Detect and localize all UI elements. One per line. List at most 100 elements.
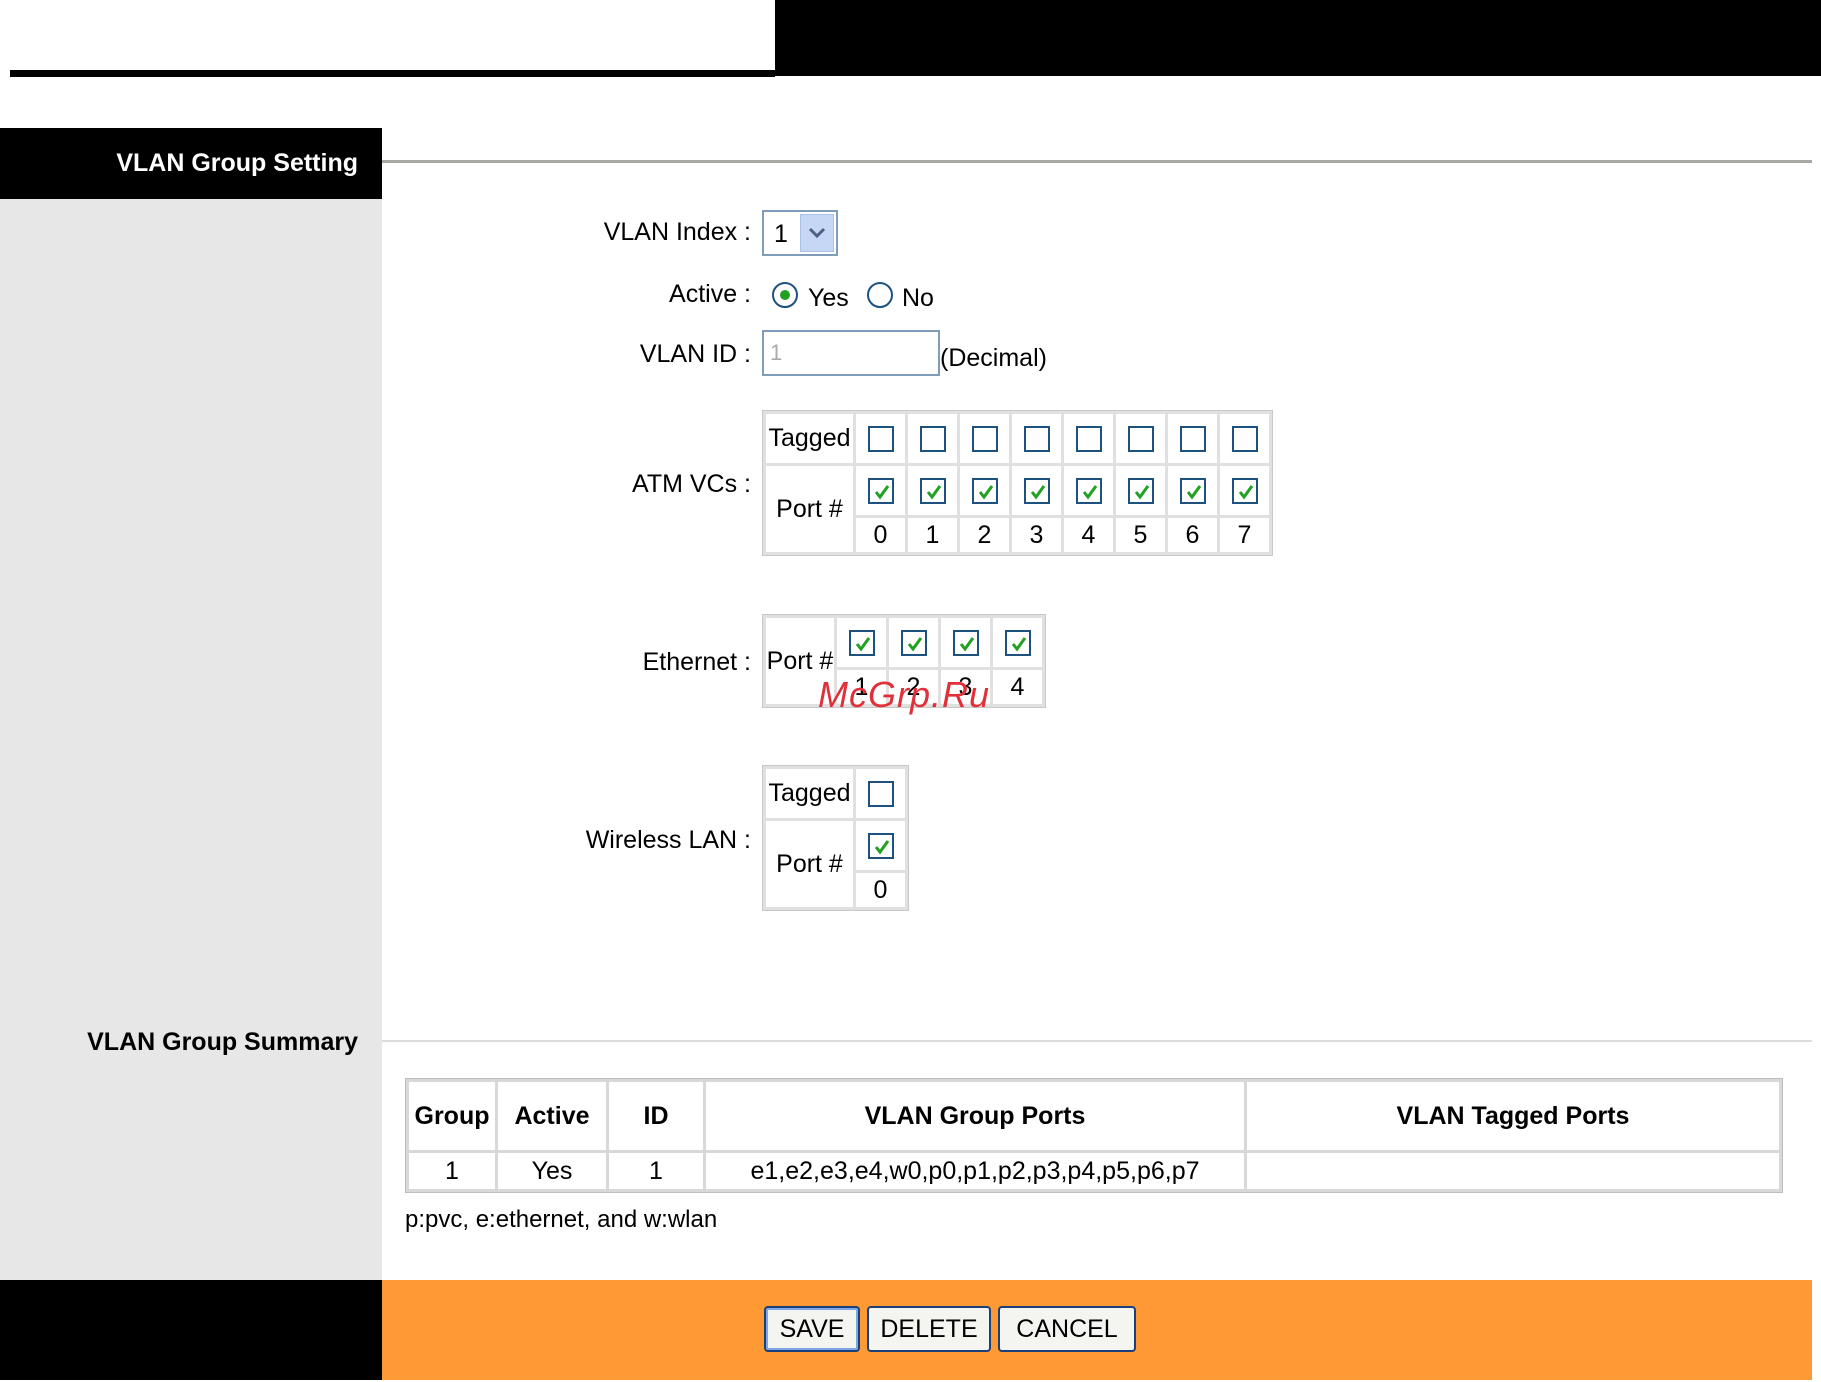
watermark-text: McGrp.Ru xyxy=(818,674,991,715)
atm-port-number: 5 xyxy=(1116,518,1165,552)
atm-tagged-cell xyxy=(1012,414,1061,463)
atm-vcs-label: ATM VCs : xyxy=(632,470,751,498)
atm-tagged-cell xyxy=(908,414,957,463)
atm-port-number: 3 xyxy=(1012,518,1061,552)
ethernet-member-cell xyxy=(941,618,990,667)
atm-tagged-cell xyxy=(1220,414,1269,463)
atm-member-checkbox[interactable] xyxy=(1075,478,1102,505)
wireless-lan-table: Tagged Port # 0 xyxy=(762,765,909,911)
active-no-label: No xyxy=(902,284,934,312)
atm-port-number: 1 xyxy=(908,518,957,552)
col-header-group: Group xyxy=(409,1082,495,1150)
section-title-summary: VLAN Group Summary xyxy=(87,1028,358,1056)
top-banner xyxy=(775,0,1821,76)
wlan-tagged-label: Tagged xyxy=(766,769,853,818)
atm-tagged-checkbox[interactable] xyxy=(867,426,894,453)
atm-member-checkbox[interactable] xyxy=(1179,478,1206,505)
atm-tagged-checkbox[interactable] xyxy=(919,426,946,453)
atm-member-checkbox[interactable] xyxy=(1231,478,1258,505)
atm-tagged-checkbox[interactable] xyxy=(1127,426,1154,453)
ethernet-member-checkbox[interactable] xyxy=(848,630,875,657)
atm-tagged-checkbox[interactable] xyxy=(1231,426,1258,453)
section-title-setting: VLAN Group Setting xyxy=(0,128,382,199)
cell-id: 1 xyxy=(609,1153,703,1189)
vlan-index-select[interactable]: 1 xyxy=(762,210,838,256)
atm-member-checkbox[interactable] xyxy=(1127,478,1154,505)
active-no-radio[interactable] xyxy=(867,282,893,308)
vlan-index-label: VLAN Index : xyxy=(603,218,751,246)
col-header-group-ports: VLAN Group Ports xyxy=(706,1082,1244,1150)
ethernet-member-checkbox[interactable] xyxy=(1004,630,1031,657)
table-row: 1 Yes 1 e1,e2,e3,e4,w0,p0,p1,p2,p3,p4,p5… xyxy=(409,1153,1779,1189)
ethernet-member-cell xyxy=(889,618,938,667)
wireless-member-cell xyxy=(856,821,905,870)
cell-tagged-ports xyxy=(1247,1153,1779,1189)
ethernet-label: Ethernet : xyxy=(642,648,751,676)
atm-tagged-cell xyxy=(960,414,1009,463)
ethernet-port-number: 4 xyxy=(993,670,1042,704)
atm-member-cell xyxy=(1116,466,1165,515)
atm-port-label: Port # xyxy=(766,466,853,552)
active-label: Active : xyxy=(669,280,751,308)
section-divider xyxy=(382,160,1812,163)
port-legend: p:pvc, e:ethernet, and w:wlan xyxy=(405,1206,718,1233)
vlan-id-input[interactable]: 1 xyxy=(762,330,940,376)
atm-tagged-checkbox[interactable] xyxy=(1075,426,1102,453)
active-yes-radio[interactable] xyxy=(772,282,798,308)
atm-member-cell xyxy=(856,466,905,515)
atm-tagged-checkbox[interactable] xyxy=(971,426,998,453)
atm-member-checkbox[interactable] xyxy=(919,478,946,505)
atm-member-checkbox[interactable] xyxy=(867,478,894,505)
atm-tagged-cell xyxy=(1116,414,1165,463)
active-yes-label: Yes xyxy=(808,284,849,312)
summary-header-row: Group Active ID VLAN Group Ports VLAN Ta… xyxy=(409,1082,1779,1150)
vlan-id-label: VLAN ID : xyxy=(639,340,751,368)
atm-port-number: 4 xyxy=(1064,518,1113,552)
delete-button[interactable]: DELETE xyxy=(867,1306,991,1352)
ethernet-member-checkbox[interactable] xyxy=(952,630,979,657)
wlan-port-label: Port # xyxy=(766,821,853,907)
cell-group: 1 xyxy=(409,1153,495,1189)
atm-tagged-cell xyxy=(1064,414,1113,463)
cell-active: Yes xyxy=(498,1153,606,1189)
left-sidebar xyxy=(0,128,382,1280)
wireless-tagged-cell xyxy=(856,769,905,818)
wireless-lan-label: Wireless LAN : xyxy=(585,826,751,854)
col-header-active: Active xyxy=(498,1082,606,1150)
atm-member-checkbox[interactable] xyxy=(1023,478,1050,505)
top-rule xyxy=(10,70,775,77)
vlan-id-unit: (Decimal) xyxy=(940,344,1047,372)
atm-member-cell xyxy=(1064,466,1113,515)
wireless-tagged-checkbox[interactable] xyxy=(867,781,894,808)
atm-port-number: 0 xyxy=(856,518,905,552)
ethernet-member-cell xyxy=(993,618,1042,667)
atm-member-cell xyxy=(908,466,957,515)
cell-group-ports: e1,e2,e3,e4,w0,p0,p1,p2,p3,p4,p5,p6,p7 xyxy=(706,1153,1244,1189)
ethernet-member-cell xyxy=(837,618,886,667)
atm-vcs-table: Tagged Port # 01234567 xyxy=(762,410,1273,556)
cancel-button[interactable]: CANCEL xyxy=(998,1306,1136,1352)
chevron-down-icon[interactable] xyxy=(800,214,834,252)
atm-port-number: 7 xyxy=(1220,518,1269,552)
col-header-id: ID xyxy=(609,1082,703,1150)
atm-tagged-checkbox[interactable] xyxy=(1023,426,1050,453)
atm-port-number: 6 xyxy=(1168,518,1217,552)
atm-port-number: 2 xyxy=(960,518,1009,552)
footer-left xyxy=(0,1280,382,1380)
atm-tagged-cell xyxy=(1168,414,1217,463)
summary-divider xyxy=(382,1040,1812,1042)
atm-member-cell xyxy=(1168,466,1217,515)
atm-tagged-label: Tagged xyxy=(766,414,853,463)
vlan-index-value: 1 xyxy=(774,220,788,248)
atm-member-cell xyxy=(960,466,1009,515)
vlan-summary-table: Group Active ID VLAN Group Ports VLAN Ta… xyxy=(405,1078,1783,1193)
wireless-port-number: 0 xyxy=(856,873,905,907)
atm-member-cell xyxy=(1012,466,1061,515)
ethernet-member-checkbox[interactable] xyxy=(900,630,927,657)
wireless-member-checkbox[interactable] xyxy=(867,833,894,860)
atm-member-cell xyxy=(1220,466,1269,515)
atm-member-checkbox[interactable] xyxy=(971,478,998,505)
col-header-tagged-ports: VLAN Tagged Ports xyxy=(1247,1082,1779,1150)
atm-tagged-checkbox[interactable] xyxy=(1179,426,1206,453)
save-button[interactable]: SAVE xyxy=(764,1306,860,1352)
